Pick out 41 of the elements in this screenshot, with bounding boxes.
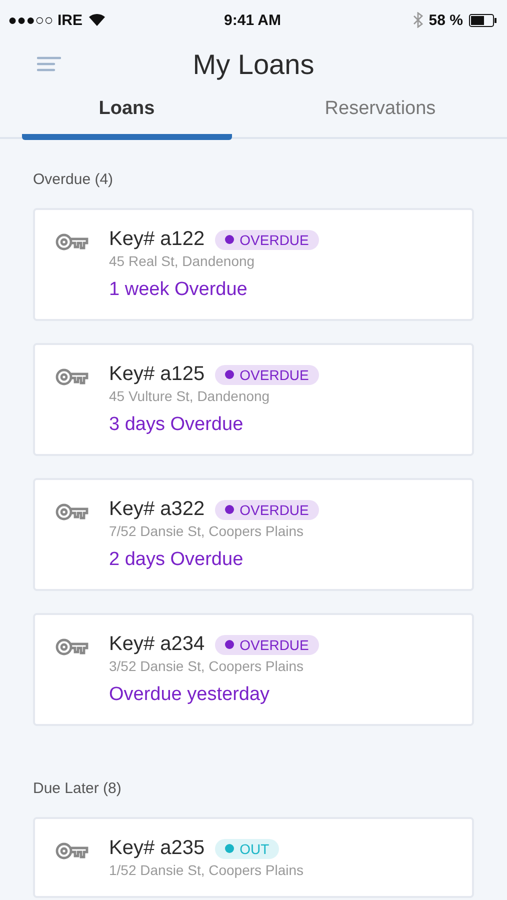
tab[interactable]: Loans	[22, 90, 232, 140]
key-number: Key# a125	[109, 363, 205, 386]
status-badge: OUT	[214, 838, 280, 858]
loan-card[interactable]: Key# a125 OVERDUE 45 Vulture St, Dandenong 3 days Overdue	[33, 343, 474, 456]
key-number: Key# a122	[109, 228, 205, 251]
section-title: Due Later (8)	[33, 779, 122, 799]
status-badge: OVERDUE	[214, 230, 319, 250]
key-icon	[55, 637, 89, 657]
tab[interactable]: Reservations	[276, 90, 485, 140]
section-title: Overdue (4)	[33, 170, 114, 190]
key-number: Key# a234	[109, 633, 205, 656]
bluetooth-icon	[412, 12, 423, 28]
address-text: 45 Vulture St, Dandenong	[109, 388, 271, 404]
loan-card[interactable]: Key# a322 OVERDUE 7/52 Dansie St, Coopers Plains 2 days Overdue	[33, 478, 474, 591]
key-number: Key# a322	[109, 498, 205, 521]
menu-icon[interactable]	[37, 56, 61, 72]
carrier-text: ●●●○○ IRE	[8, 12, 82, 28]
battery-percent: 58 %	[428, 12, 463, 28]
due-text: Overdue yesterday	[109, 684, 271, 706]
due-text: 3 days Overdue	[109, 414, 244, 436]
page-title: My Loans	[192, 49, 314, 81]
wifi-icon	[88, 13, 106, 27]
clock-time: 9:41 AM	[224, 12, 281, 28]
status-badge: OVERDUE	[214, 364, 319, 384]
address-text: 7/52 Dansie St, Coopers Plains	[109, 523, 305, 539]
loan-card[interactable]: Key# a234 OVERDUE 3/52 Dansie St, Coopers Plains Overdue yesterday	[33, 613, 474, 726]
address-text: 1/52 Dansie St, Coopers Plains	[109, 862, 304, 878]
key-icon	[55, 502, 89, 522]
address-text: 45 Real St, Dandenong	[109, 253, 256, 269]
key-number: Key# a235	[109, 837, 205, 860]
status-badge: OVERDUE	[214, 634, 319, 654]
key-icon	[55, 841, 89, 861]
key-icon	[55, 232, 89, 252]
loan-card[interactable]: Key# a235 OUT 1/52 Dansie St, Coopers Plains	[33, 817, 474, 898]
address-text: 3/52 Dansie St, Coopers Plains	[109, 658, 305, 674]
due-text: 1 week Overdue	[109, 279, 248, 301]
loan-card[interactable]: Key# a122 OVERDUE 45 Real St, Dandenong 1 week Overdue	[33, 208, 474, 321]
due-text: 2 days Overdue	[109, 549, 244, 571]
status-badge: OVERDUE	[214, 500, 319, 520]
key-icon	[55, 367, 89, 387]
battery-icon	[469, 14, 497, 26]
